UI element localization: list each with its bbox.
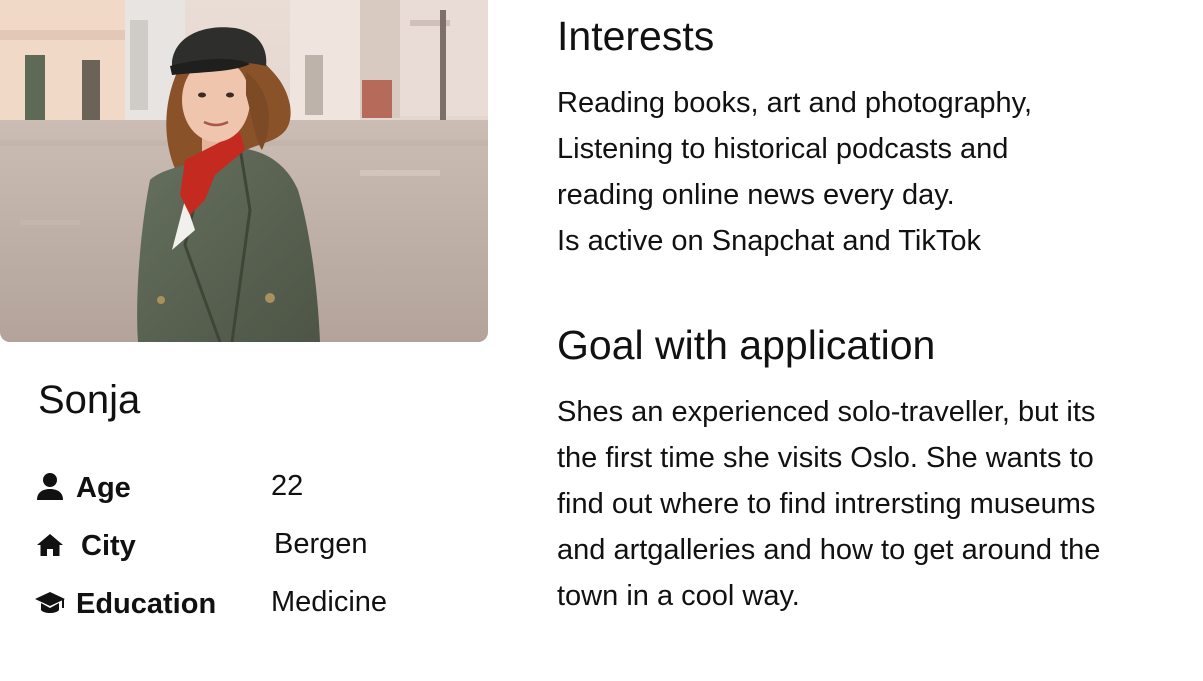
- interests-line: Is active on Snapchat and TikTok: [557, 225, 981, 257]
- goal-line: the first time she visits Oslo. She want…: [557, 442, 1094, 474]
- attribute-city: City Bergen: [34, 524, 454, 564]
- person-icon: [34, 470, 66, 502]
- attribute-label: Age: [76, 472, 131, 504]
- attribute-value: Medicine: [271, 586, 388, 618]
- home-icon: [34, 528, 66, 560]
- graduation-cap-icon: [34, 586, 66, 618]
- goal-line: Shes an experienced solo-traveller, but …: [557, 396, 1096, 428]
- goal-title: Goal with application: [557, 322, 936, 368]
- attribute-education: Education Medicine: [34, 582, 454, 622]
- interests-line: Reading books, art and photography,: [557, 87, 1033, 119]
- attribute-label: Education: [76, 588, 217, 620]
- goal-line: find out where to find intrersting museu…: [557, 488, 1096, 520]
- attribute-label: City: [81, 530, 136, 562]
- attribute-value: 22: [271, 470, 304, 502]
- interests-line: reading online news every day.: [557, 179, 955, 211]
- goal-line: town in a cool way.: [557, 580, 800, 612]
- profile-photo: [0, 0, 488, 342]
- attribute-age: Age 22: [34, 466, 454, 506]
- goal-line: and artgalleries and how to get around t…: [557, 534, 1101, 566]
- interests-title: Interests: [557, 13, 715, 59]
- profile-photo-illustration: [0, 0, 488, 342]
- interests-line: Listening to historical podcasts and: [557, 133, 1009, 165]
- goal-text: Shes an experienced solo-traveller, but …: [557, 389, 1197, 619]
- attribute-value: Bergen: [274, 528, 368, 560]
- interests-text: Reading books, art and photography, List…: [557, 80, 1197, 264]
- persona-name: Sonja: [38, 378, 141, 422]
